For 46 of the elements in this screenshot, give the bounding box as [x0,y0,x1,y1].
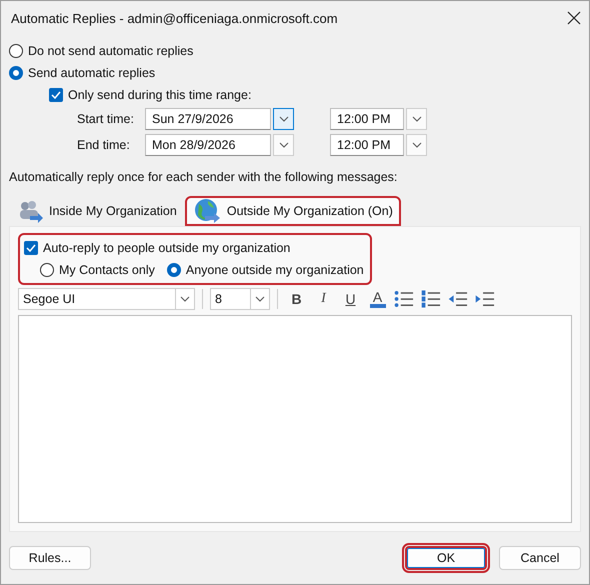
dialog-button[interactable]: OK [405,546,487,570]
tab[interactable]: Inside My Organization [9,196,185,226]
radio-label: Do not send automatic replies [28,44,194,58]
close-icon[interactable] [567,11,581,25]
checkbox-label: Only send during this time range: [68,88,252,102]
radio-button[interactable] [9,44,23,58]
time-label: Start time: [77,112,135,126]
time-field[interactable]: 12:00 PM [330,108,404,130]
radio-button[interactable] [40,263,54,277]
italic-button[interactable]: I [312,288,335,310]
chevron-icon [278,142,288,148]
font-dropdown[interactable]: Segoe UI [18,288,195,310]
chevron-icon [278,116,288,122]
bold-button[interactable]: B [285,288,308,310]
people-icon [17,199,43,223]
radio-label: My Contacts only [59,263,155,277]
instructions-text: Automatically reply once for each sender with the following messages: [9,170,398,186]
chevron-icon [412,116,422,122]
window-title: Automatic Replies - admin@officeniaga.onmicrosoft.com [11,10,338,26]
chevron-icon [180,296,190,302]
bullet-list-icon[interactable] [393,288,416,310]
checkbox[interactable] [24,241,38,255]
radio-label: Anyone outside my organization [186,263,364,277]
underline-button[interactable]: U [339,288,362,310]
radio-label: Send automatic replies [28,66,156,80]
globe-icon [192,198,221,224]
font-color-button[interactable]: A [366,288,389,310]
radio-button[interactable] [166,263,181,277]
chevron-icon [255,296,265,302]
radio-button[interactable] [9,66,23,80]
date-field[interactable]: Mon 28/9/2026 [145,134,271,156]
numbered-list-icon[interactable] [420,288,443,310]
checkbox-label: Auto-reply to people outside my organization [43,241,290,255]
dropdown-button[interactable] [406,108,427,130]
checkbox[interactable] [49,88,63,102]
time-field[interactable]: 12:00 PM [330,134,404,156]
font-size-dropdown[interactable]: 8 [210,288,270,310]
time-label: End time: [77,138,131,152]
dropdown-button[interactable] [273,134,294,156]
chevron-icon [412,142,422,148]
dropdown-button[interactable] [406,134,427,156]
date-field[interactable]: Sun 27/9/2026 [145,108,271,130]
dropdown-button[interactable] [273,108,294,130]
dialog-button[interactable]: Cancel [499,546,581,570]
tab[interactable]: Outside My Organization (On) [184,196,401,226]
dialog-button[interactable]: Rules... [9,546,91,570]
